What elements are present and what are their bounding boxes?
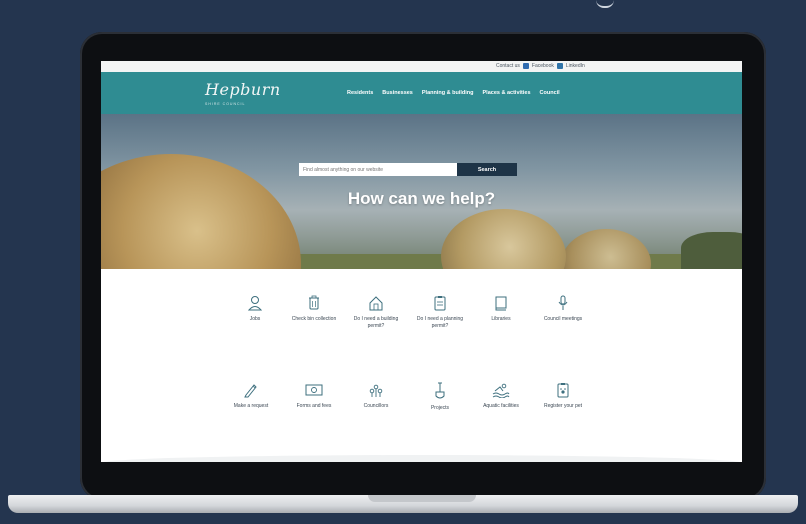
- laptop-opening-notch: [368, 495, 476, 502]
- tile-label: Do I need a building permit?: [353, 316, 399, 329]
- linkedin-icon[interactable]: [556, 63, 563, 69]
- tile-label: Make a request: [233, 403, 269, 409]
- search-input[interactable]: [299, 163, 457, 176]
- nav-item-businesses[interactable]: Businesses: [382, 90, 413, 96]
- logo-tagline: SHIRE COUNCIL: [205, 102, 246, 106]
- tile-label: Jobs: [249, 316, 261, 322]
- tile-aquatic-facilities[interactable]: Aquatic facilities: [471, 382, 531, 410]
- logo-wordmark: Hepburn: [205, 80, 281, 99]
- tile-council-meetings[interactable]: Council meetings: [533, 295, 593, 323]
- website-screen: Contact us Facebook LinkedIn Hepburn SHI…: [101, 61, 742, 462]
- pencil-icon: [244, 384, 257, 398]
- tile-libraries[interactable]: Libraries: [471, 295, 531, 323]
- hay-bale-foreground: [101, 154, 301, 269]
- tile-label: Register your pet: [543, 403, 583, 409]
- person-icon: [248, 296, 262, 311]
- facebook-link[interactable]: Facebook: [532, 63, 554, 69]
- tile-jobs[interactable]: Jobs: [225, 295, 285, 323]
- nav-item-places[interactable]: Places & activities: [483, 90, 531, 96]
- hay-bale-far: [561, 229, 651, 269]
- search-button[interactable]: Search: [457, 163, 517, 176]
- utility-links: Contact us Facebook LinkedIn: [496, 63, 585, 69]
- nav-item-planning[interactable]: Planning & building: [422, 90, 474, 96]
- clipboard-icon: [434, 296, 446, 311]
- council-logo[interactable]: Hepburn SHIRE COUNCIL: [205, 80, 281, 106]
- main-navigation: Hepburn SHIRE COUNCIL Residents Business…: [101, 72, 742, 114]
- tile-label: Aquatic facilities: [483, 403, 519, 409]
- contact-link[interactable]: Contact us: [496, 63, 520, 69]
- camera-arc: [596, 0, 614, 8]
- linkedin-link[interactable]: LinkedIn: [566, 63, 585, 69]
- tile-label: Forms and fees: [296, 403, 332, 409]
- tile-label: Libraries: [491, 316, 511, 322]
- people-icon: [369, 384, 383, 397]
- money-icon: [305, 384, 323, 396]
- hero-heading: How can we help?: [347, 189, 496, 208]
- tile-projects[interactable]: Projects: [410, 382, 470, 412]
- tile-register-pet[interactable]: Register your pet: [533, 382, 593, 410]
- tile-make-request[interactable]: Make a request: [221, 382, 281, 410]
- shovel-icon: [435, 382, 445, 399]
- tile-planning-permit[interactable]: Do I need a planning permit?: [410, 295, 470, 330]
- microphone-icon: [558, 295, 568, 310]
- site-search: Search: [299, 163, 517, 176]
- tile-bin-collection[interactable]: Check bin collection: [284, 295, 344, 323]
- tile-label: Check bin collection: [291, 316, 337, 322]
- quick-links: Jobs Check bin collection Do I need a bu…: [101, 269, 742, 462]
- swimmer-icon: [492, 383, 510, 398]
- book-icon: [495, 296, 507, 311]
- tile-label: Projects: [430, 405, 450, 411]
- tile-forms-fees[interactable]: Forms and fees: [284, 382, 344, 410]
- hay-bale-middle: [441, 209, 566, 269]
- section-wave: [101, 455, 742, 462]
- nav-menu: Residents Businesses Planning & building…: [347, 90, 560, 96]
- nav-item-residents[interactable]: Residents: [347, 90, 373, 96]
- tile-label: Council meetings: [543, 316, 583, 322]
- hero-trees: [681, 232, 742, 269]
- tile-councillors[interactable]: Councillors: [346, 382, 406, 410]
- tile-label: Councillors: [363, 403, 389, 409]
- hero-banner: Search How can we help?: [101, 114, 742, 269]
- nav-item-council[interactable]: Council: [540, 90, 560, 96]
- pet-register-icon: [557, 383, 569, 398]
- tile-building-permit[interactable]: Do I need a building permit?: [346, 295, 406, 330]
- facebook-icon[interactable]: [522, 63, 529, 69]
- bin-icon: [309, 295, 319, 310]
- house-icon: [369, 296, 383, 311]
- utility-bar: Contact us Facebook LinkedIn: [101, 61, 742, 72]
- tile-label: Do I need a planning permit?: [416, 316, 464, 329]
